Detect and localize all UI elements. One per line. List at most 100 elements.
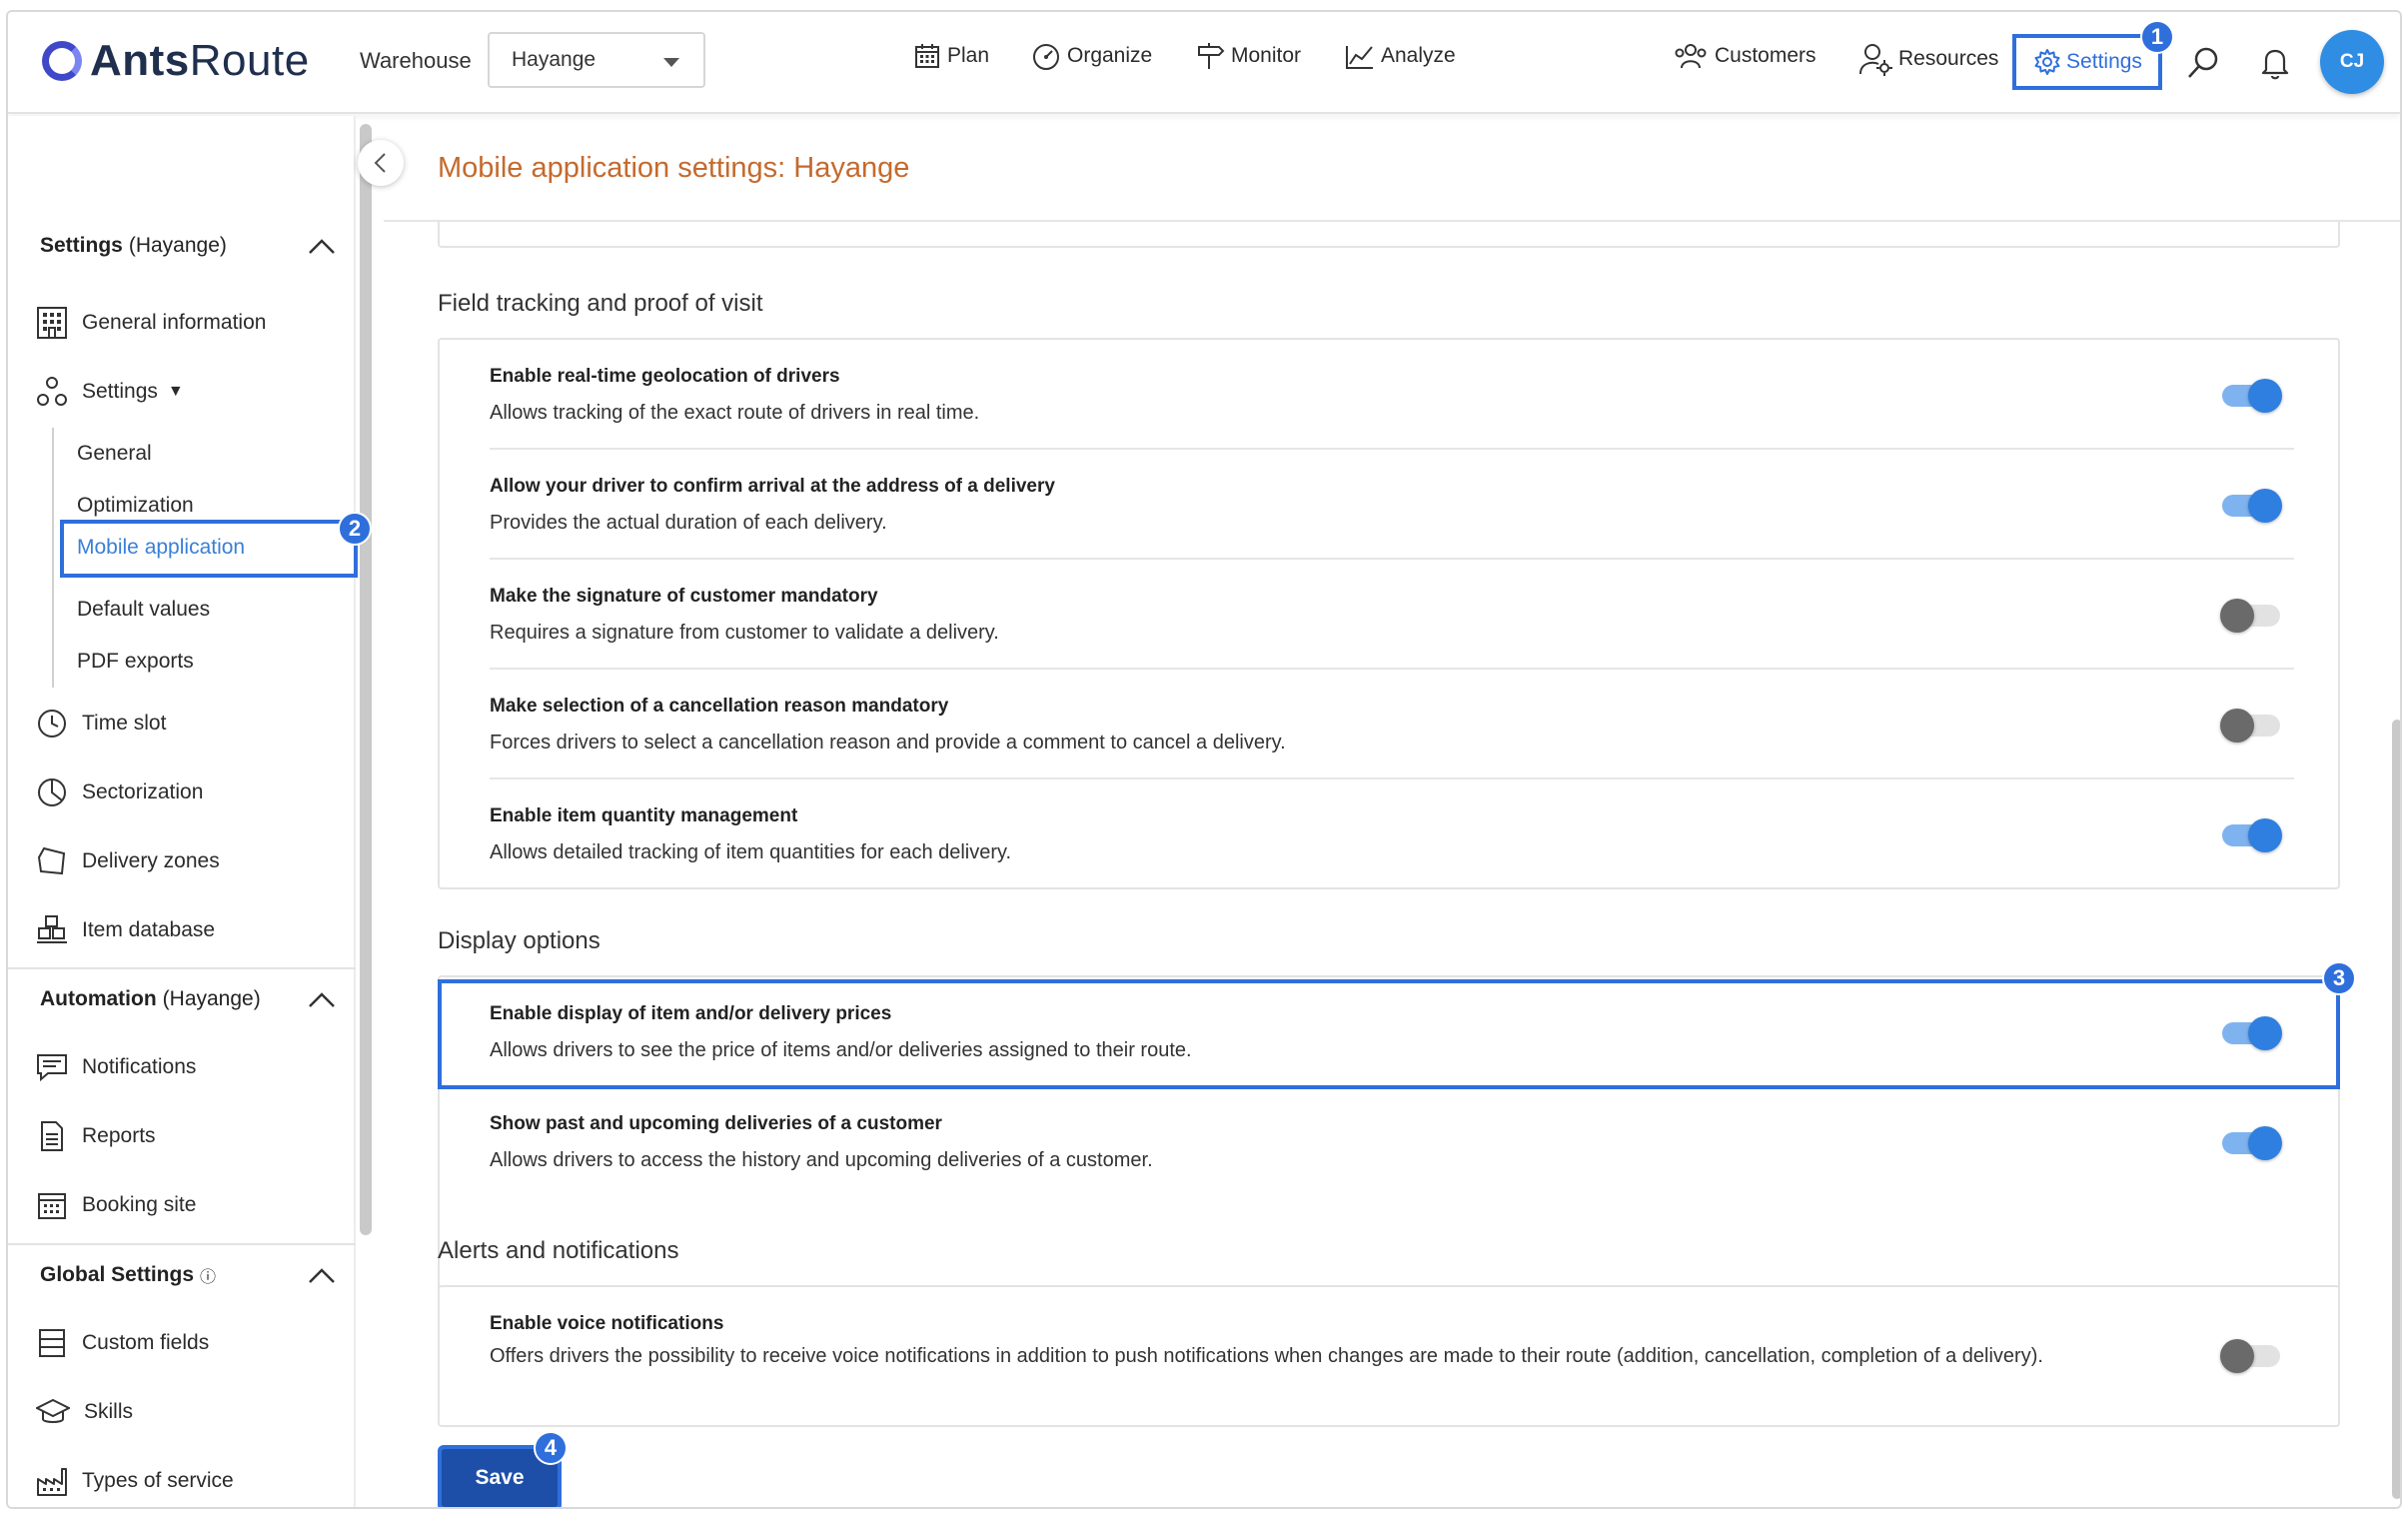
row-divider bbox=[490, 558, 2294, 560]
nav-organize-label: Organize bbox=[1067, 44, 1153, 67]
sidebar-item-label: Reports bbox=[82, 1124, 156, 1147]
card-alerts: Enable voice notifications Offers driver… bbox=[438, 1285, 2340, 1427]
sidebar-item-custom-fields[interactable]: Custom fields bbox=[36, 1327, 209, 1359]
toggle-realtime-geolocation[interactable] bbox=[2222, 379, 2282, 413]
sidebar-section-global-settings[interactable]: Global Settings ⓘ bbox=[40, 1263, 216, 1287]
warehouse-select[interactable]: Hayange bbox=[488, 32, 705, 88]
chevron-up-icon[interactable] bbox=[308, 238, 336, 256]
nav-customers[interactable]: Customers bbox=[1673, 42, 1816, 70]
nav-plan-label: Plan bbox=[947, 44, 990, 67]
sidebar-item-sectorization[interactable]: Sectorization bbox=[36, 776, 203, 808]
sidebar-section-settings-context: (Hayange) bbox=[128, 234, 227, 257]
row-divider bbox=[490, 668, 2294, 670]
setting-title: Enable item quantity management bbox=[490, 805, 798, 826]
toggle-cancellation-reason[interactable] bbox=[2220, 709, 2280, 743]
section-title-field-tracking: Field tracking and proof of visit bbox=[438, 290, 763, 317]
toggle-item-quantity[interactable] bbox=[2222, 818, 2282, 852]
top-bar: AntsRoute Warehouse Hayange Plan Organiz… bbox=[8, 12, 2400, 114]
nav-settings[interactable]: Settings bbox=[2012, 34, 2162, 90]
sidebar-section-automation[interactable]: Automation (Hayange) bbox=[40, 987, 261, 1011]
nav-monitor[interactable]: Monitor bbox=[1195, 42, 1301, 70]
warehouse-value: Hayange bbox=[512, 48, 597, 71]
sidebar-section-settings[interactable]: Settings (Hayange) bbox=[40, 234, 227, 258]
sidebar-divider bbox=[8, 967, 356, 969]
toggle-knob bbox=[2248, 818, 2282, 852]
sidebar-item-general-information[interactable]: General information bbox=[36, 306, 266, 340]
sidebar-item-notifications[interactable]: Notifications bbox=[36, 1051, 196, 1083]
gear-icon bbox=[2034, 49, 2060, 75]
building-icon bbox=[37, 307, 67, 339]
sidebar-item-label: Settings bbox=[82, 380, 158, 403]
nav-analyze-label: Analyze bbox=[1381, 44, 1456, 67]
sidebar-item-booking-site[interactable]: Booking site bbox=[36, 1189, 196, 1221]
caret-down-icon bbox=[663, 58, 679, 67]
sidebar-item-types-of-service[interactable]: Types of service bbox=[36, 1465, 234, 1497]
sidebar-item-item-database[interactable]: Item database bbox=[36, 914, 215, 946]
sidebar-item-label: Booking site bbox=[82, 1193, 197, 1216]
app-window: AntsRoute Warehouse Hayange Plan Organiz… bbox=[6, 10, 2402, 1509]
sidebar-subitem-optimization[interactable]: Optimization bbox=[77, 494, 194, 518]
sidebar-item-reports[interactable]: Reports bbox=[36, 1120, 156, 1152]
toggle-signature-mandatory[interactable] bbox=[2220, 599, 2280, 633]
sidebar-item-label: Notifications bbox=[82, 1055, 197, 1078]
section-title-display-options: Display options bbox=[438, 927, 601, 954]
sidebar-subitem-default-values[interactable]: Default values bbox=[77, 598, 210, 622]
setting-description: Offers drivers the possibility to receiv… bbox=[490, 1345, 2043, 1367]
search-button[interactable] bbox=[2186, 46, 2220, 85]
nav-organize[interactable]: Organize bbox=[1031, 42, 1152, 70]
nav-analyze[interactable]: Analyze bbox=[1345, 42, 1456, 70]
polygon-icon bbox=[37, 846, 66, 875]
sidebar-item-skills[interactable]: Skills bbox=[36, 1396, 133, 1428]
toggle-confirm-arrival[interactable] bbox=[2222, 489, 2282, 523]
page-title: Mobile application settings: Hayange bbox=[438, 152, 910, 184]
user-avatar[interactable]: CJ bbox=[2320, 30, 2384, 94]
sidebar-subitem-mobile-application[interactable]: Mobile application bbox=[77, 536, 245, 560]
setting-title: Enable real-time geolocation of drivers bbox=[490, 366, 840, 387]
card-field-tracking: Enable real-time geolocation of drivers … bbox=[438, 338, 2340, 889]
toggle-knob bbox=[2248, 379, 2282, 413]
setting-row: Make the signature of customer mandatory… bbox=[490, 586, 2294, 648]
setting-row: Make selection of a cancellation reason … bbox=[490, 696, 2294, 757]
setting-description: Requires a signature from customer to va… bbox=[490, 622, 999, 644]
settings-nodes-icon bbox=[37, 377, 67, 406]
sidebar-scrollbar[interactable] bbox=[360, 124, 372, 1235]
step-badge-3: 3 bbox=[2322, 961, 2356, 995]
chevron-up-icon[interactable] bbox=[308, 1267, 336, 1285]
sidebar-item-time-slot[interactable]: Time slot bbox=[36, 708, 166, 740]
setting-title: Enable voice notifications bbox=[490, 1313, 724, 1334]
sidebar-subitem-pdf-exports[interactable]: PDF exports bbox=[77, 650, 194, 674]
sidebar-subitem-general[interactable]: General bbox=[77, 442, 152, 466]
setting-row: Enable voice notifications Offers driver… bbox=[490, 1313, 2208, 1371]
main-scrollbar[interactable] bbox=[2392, 720, 2400, 1499]
gauge-icon bbox=[1033, 44, 1059, 70]
sidebar-section-settings-title: Settings bbox=[40, 234, 123, 257]
sidebar-divider bbox=[8, 1243, 356, 1245]
bell-icon bbox=[2261, 49, 2289, 80]
notifications-button[interactable] bbox=[2260, 46, 2290, 85]
sidebar-section-automation-context: (Hayange) bbox=[162, 987, 261, 1010]
nav-plan[interactable]: Plan bbox=[913, 42, 989, 70]
logo-mark-icon bbox=[42, 41, 82, 81]
search-icon bbox=[2188, 47, 2218, 78]
signpost-icon bbox=[1198, 43, 1225, 69]
warehouse-label: Warehouse bbox=[360, 48, 472, 73]
toggle-voice-notifications[interactable] bbox=[2220, 1339, 2280, 1373]
sidebar-item-delivery-zones[interactable]: Delivery zones bbox=[36, 845, 220, 877]
sidebar-item-settings-group[interactable]: Settings ▼ bbox=[36, 376, 184, 408]
setting-title: Show past and upcoming deliveries of a c… bbox=[490, 1113, 942, 1134]
submenu-guide-line bbox=[52, 428, 54, 688]
form-icon bbox=[39, 1329, 65, 1357]
logo[interactable]: AntsRoute bbox=[42, 36, 310, 86]
sidebar-item-label: Item database bbox=[82, 918, 216, 941]
chevron-up-icon[interactable] bbox=[308, 991, 336, 1009]
sidebar-item-label: Time slot bbox=[82, 712, 167, 735]
previous-card-edge bbox=[438, 222, 2340, 248]
pie-icon bbox=[38, 778, 66, 806]
nav-resources[interactable]: Resources bbox=[1858, 42, 1998, 76]
sidebar-section-automation-title: Automation bbox=[40, 987, 157, 1010]
clock-icon bbox=[38, 710, 66, 738]
toggle-past-upcoming-deliveries[interactable] bbox=[2222, 1126, 2282, 1160]
sidebar-item-label: Types of service bbox=[82, 1469, 234, 1492]
toggle-knob bbox=[2220, 599, 2254, 633]
setting-row: Enable item quantity management Allows d… bbox=[490, 805, 2294, 867]
